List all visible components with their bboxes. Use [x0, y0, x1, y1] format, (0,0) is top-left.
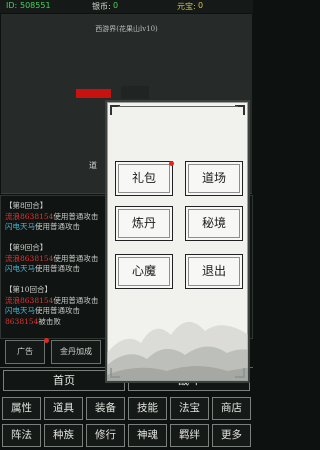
log-segment: 流浪8638154 — [5, 211, 54, 221]
log-segment: 使用普通攻击 — [35, 306, 80, 315]
grid-button-treasures[interactable]: 法宝 — [170, 397, 209, 420]
silver-value: 0 — [113, 1, 119, 10]
yuanbao-label: 元宝: — [177, 2, 196, 11]
ad-notification-dot — [44, 338, 49, 343]
ad-button[interactable]: 广告 — [5, 340, 45, 364]
grid-button-formation[interactable]: 阵法 — [2, 424, 41, 447]
log-segment: 使用普通攻击 — [35, 264, 80, 273]
function-grid: 属性 道具 装备 技能 法宝 商店 阵法 种族 修行 神魂 羁绊 更多 — [2, 397, 251, 448]
log-segment: 8638154 — [5, 316, 39, 326]
grid-button-bond[interactable]: 羁绊 — [170, 424, 209, 447]
grid-button-race[interactable]: 种族 — [44, 424, 83, 447]
grid-button-items[interactable]: 道具 — [44, 397, 83, 420]
status-bar: ID: 508551 银币: 0 元宝: 0 — [0, 0, 253, 13]
log-segment: 被击败 — [38, 316, 61, 326]
grid-button-shop[interactable]: 商店 — [212, 397, 251, 420]
yuanbao-value: 0 — [198, 1, 204, 10]
log-segment: 闪电天马 — [5, 222, 35, 231]
log-segment: 使用普通攻击 — [53, 253, 99, 263]
grid-button-cultivation[interactable]: 修行 — [86, 424, 125, 447]
grid-button-equipment[interactable]: 装备 — [86, 397, 125, 420]
grid-button-more[interactable]: 更多 — [212, 424, 251, 447]
log-segment: 闪电天马 — [5, 264, 35, 273]
log-segment: 使用普通攻击 — [53, 211, 99, 221]
log-segment: 流浪8638154 — [5, 295, 54, 305]
battle-dao-label: 道 — [89, 161, 97, 170]
gift-notification-dot — [169, 161, 174, 166]
menu-dojo-button[interactable]: 道场 — [185, 161, 243, 196]
log-segment: 【第9回合】 — [5, 243, 48, 252]
log-segment: 使用普通攻击 — [53, 295, 99, 305]
popup-menu: 礼包 道场 炼丹 秘境 心魔 退出 — [105, 100, 250, 383]
menu-secret-realm-button[interactable]: 秘境 — [185, 206, 243, 241]
log-segment: 闪电天马 — [5, 306, 35, 315]
log-segment: 使用普通攻击 — [35, 222, 80, 231]
grid-button-soul[interactable]: 神魂 — [128, 424, 167, 447]
grid-button-skills[interactable]: 技能 — [128, 397, 167, 420]
menu-inner-demon-button[interactable]: 心魔 — [115, 254, 173, 289]
id-value: 508551 — [20, 1, 51, 10]
silver-label: 银币: — [92, 2, 111, 11]
log-segment: 【第8回合】 — [5, 201, 48, 210]
menu-gift-button[interactable]: 礼包 — [115, 161, 173, 196]
ink-mountains-background — [107, 322, 248, 381]
player-hp-bar — [121, 86, 149, 99]
jindan-boost-button[interactable]: 金丹加成 — [51, 340, 101, 364]
menu-top-rule — [118, 106, 238, 108]
menu-exit-button[interactable]: 退出 — [185, 254, 243, 289]
battle-location-title: 西游界(花果山lv10) — [95, 25, 158, 33]
log-segment: 【第10回合】 — [5, 285, 53, 294]
menu-alchemy-button[interactable]: 炼丹 — [115, 206, 173, 241]
grid-button-attributes[interactable]: 属性 — [2, 397, 41, 420]
enemy-hp-bar — [76, 89, 111, 98]
id-label: ID: — [6, 1, 18, 10]
log-segment: 流浪8638154 — [5, 253, 54, 263]
